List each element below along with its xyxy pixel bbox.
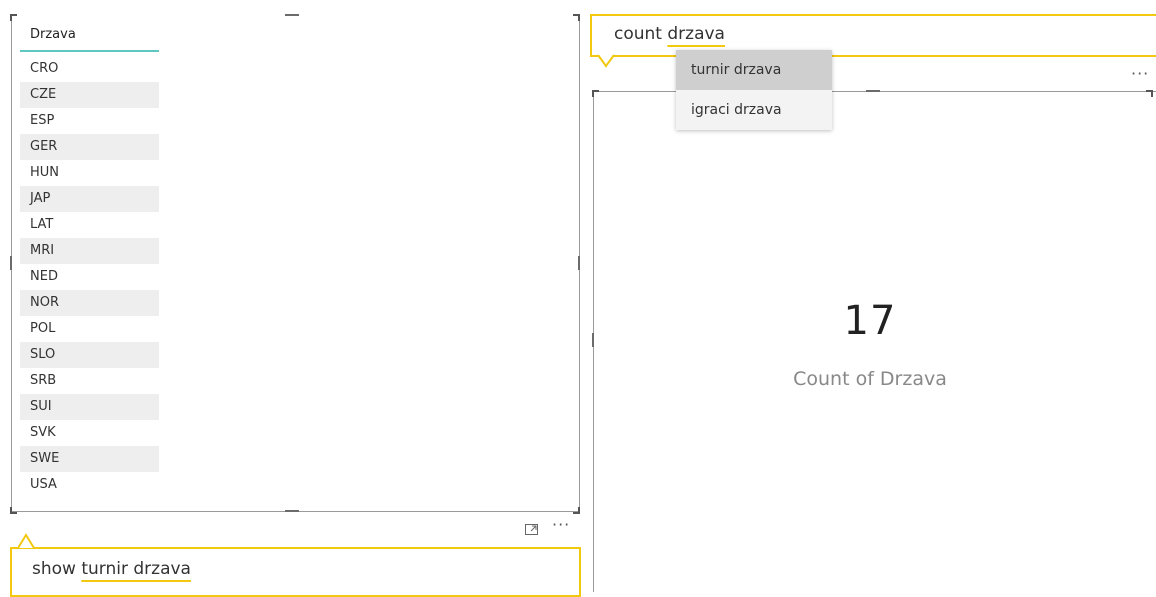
- card-resize-left-handle[interactable]: [592, 333, 594, 347]
- table-row[interactable]: GER: [20, 134, 159, 160]
- qna-box-right[interactable]: count drzava: [590, 14, 1156, 57]
- table-corner-br[interactable]: [573, 507, 580, 514]
- card-label: Count of Drzava: [793, 368, 947, 390]
- table-corner-tl[interactable]: [10, 14, 17, 21]
- table-row[interactable]: LAT: [20, 212, 159, 238]
- table-row[interactable]: USA: [20, 472, 159, 498]
- table-resize-bottom-handle[interactable]: [285, 510, 299, 512]
- table-more-options-button[interactable]: ···: [552, 515, 570, 534]
- table-resize-left-handle[interactable]: [10, 256, 12, 270]
- card-corner-tl[interactable]: [592, 90, 599, 97]
- card-more-options-button[interactable]: ···: [1131, 64, 1149, 83]
- focus-mode-icon[interactable]: [525, 520, 538, 535]
- table-corner-tr[interactable]: [573, 14, 580, 21]
- table-row[interactable]: SLO: [20, 342, 159, 368]
- qna-highlighted-term[interactable]: drzava: [667, 24, 725, 44]
- table-body: CRO CZE ESP GER HUN JAP LAT MRI NED NOR POL SLO SRB S…: [20, 56, 159, 498]
- table-row[interactable]: SVK: [20, 420, 159, 446]
- table-resize-right-handle[interactable]: [578, 256, 580, 270]
- table-row[interactable]: SRB: [20, 368, 159, 394]
- suggestion-dropdown: turnir drzava igraci drzava: [676, 50, 832, 130]
- table-row[interactable]: MRI: [20, 238, 159, 264]
- qna-left-pointer: [18, 533, 35, 549]
- table-row[interactable]: CRO: [20, 56, 159, 82]
- table-row[interactable]: NOR: [20, 290, 159, 316]
- card-corner-tr[interactable]: [1146, 90, 1153, 97]
- suggestion-item[interactable]: turnir drzava: [676, 50, 832, 90]
- table-row[interactable]: ESP: [20, 108, 159, 134]
- qna-highlighted-term: turnir drzava: [81, 559, 191, 579]
- table-resize-top-handle[interactable]: [285, 14, 299, 16]
- qna-prefix: show: [32, 559, 82, 579]
- qna-box-left[interactable]: show turnir drzava: [10, 547, 581, 597]
- table-row[interactable]: NED: [20, 264, 159, 290]
- card-value: 17: [843, 298, 897, 344]
- column-header-drzava[interactable]: Drzava: [20, 22, 159, 52]
- table-row[interactable]: SUI: [20, 394, 159, 420]
- table-row[interactable]: POL: [20, 316, 159, 342]
- qna-right-pointer: [598, 54, 615, 68]
- table-row[interactable]: CZE: [20, 82, 159, 108]
- card-resize-top-handle[interactable]: [866, 90, 880, 92]
- suggestion-item[interactable]: igraci drzava: [676, 90, 832, 130]
- table-corner-bl[interactable]: [10, 507, 17, 514]
- table-row[interactable]: HUN: [20, 160, 159, 186]
- table-row[interactable]: JAP: [20, 186, 159, 212]
- qna-prefix: count: [614, 24, 668, 44]
- table-row[interactable]: SWE: [20, 446, 159, 472]
